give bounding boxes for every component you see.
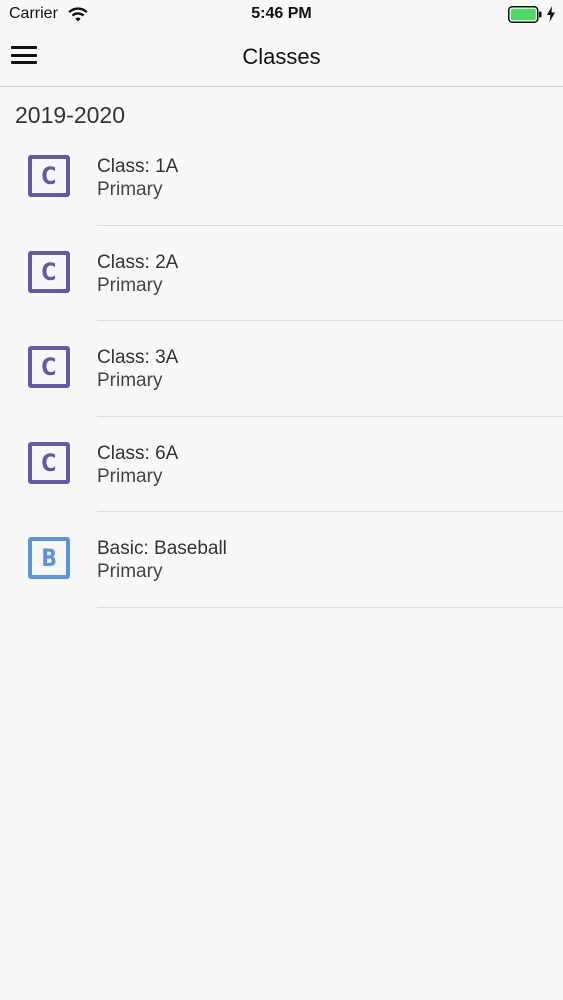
row-divider xyxy=(97,606,563,608)
section-header-year: 2019-2020 xyxy=(15,102,125,128)
class-letter-icon: C xyxy=(28,155,70,197)
list-item-class-6a[interactable]: C Class: 6A Primary xyxy=(0,417,563,512)
class-letter-icon: C xyxy=(28,250,70,293)
item-title: Class: 3A xyxy=(97,347,179,368)
battery-icon xyxy=(508,6,542,23)
item-title: Class: 2A xyxy=(97,251,179,273)
status-time: 5:46 PM xyxy=(251,5,312,22)
item-title: Class: 6A xyxy=(97,442,179,464)
item-title: Class: 1A xyxy=(97,156,179,177)
classes-screen: Carrier 5:46 PM Classes 2019-2020 C Clas… xyxy=(0,0,563,1000)
item-subtitle: Primary xyxy=(97,179,163,200)
list-item-class-1a[interactable]: C Class: 1A Primary xyxy=(0,130,563,226)
item-subtitle: Primary xyxy=(97,370,163,391)
item-title: Basic: Baseball xyxy=(97,538,227,559)
item-subtitle: Primary xyxy=(97,274,163,296)
item-subtitle: Primary xyxy=(97,561,163,582)
list-item-class-3a[interactable]: C Class: 3A Primary xyxy=(0,321,563,417)
class-list: C Class: 1A Primary C Class: 2A Primary … xyxy=(0,130,563,608)
status-bar: Carrier 5:46 PM xyxy=(0,0,563,30)
charging-bolt-icon xyxy=(547,6,555,22)
class-letter-icon: C xyxy=(28,441,70,484)
item-subtitle: Primary xyxy=(97,465,163,487)
list-item-basic-baseball[interactable]: B Basic: Baseball Primary xyxy=(0,512,563,608)
class-letter-icon: C xyxy=(28,346,70,388)
page-title: Classes xyxy=(242,44,321,69)
basic-letter-icon: B xyxy=(28,537,70,579)
navigation-bar: Classes xyxy=(0,30,563,87)
list-item-class-2a[interactable]: C Class: 2A Primary xyxy=(0,226,563,321)
